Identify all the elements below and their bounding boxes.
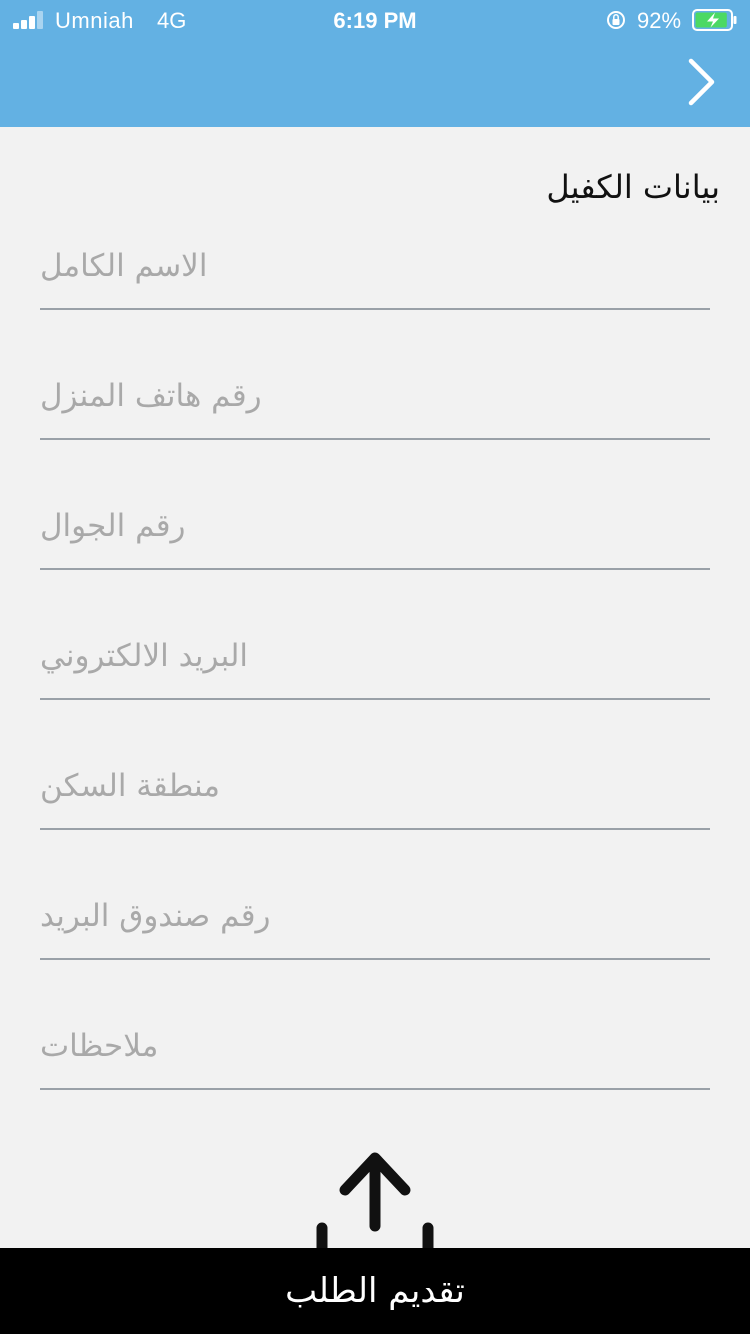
- back-button[interactable]: [676, 52, 726, 112]
- submit-label: تقديم الطلب: [285, 1271, 465, 1311]
- notes-input[interactable]: [40, 1018, 710, 1088]
- orientation-lock-icon: [607, 11, 625, 29]
- po-box-field: [40, 888, 710, 960]
- email-input[interactable]: [40, 628, 710, 698]
- submit-request-button[interactable]: تقديم الطلب: [0, 1248, 750, 1334]
- battery-percent: 92%: [637, 8, 682, 33]
- chevron-right-icon: [688, 58, 715, 106]
- app-header: Umniah 4G 6:19 PM 92%: [0, 0, 750, 127]
- mobile-input[interactable]: [40, 498, 710, 568]
- home-phone-field: [40, 368, 710, 440]
- upload-icon: [316, 1152, 434, 1258]
- residence-area-input[interactable]: [40, 758, 710, 828]
- mobile-field: [40, 498, 710, 570]
- form-title: بيانات الكفيل: [546, 168, 720, 206]
- home-phone-input[interactable]: [40, 368, 710, 438]
- status-bar: Umniah 4G 6:19 PM 92%: [0, 0, 750, 40]
- full-name-input[interactable]: [40, 238, 710, 308]
- notes-field: [40, 1018, 710, 1090]
- residence-area-field: [40, 758, 710, 830]
- email-field: [40, 628, 710, 700]
- battery-charging-icon: [692, 9, 737, 31]
- po-box-input[interactable]: [40, 888, 710, 958]
- full-name-field: [40, 238, 710, 310]
